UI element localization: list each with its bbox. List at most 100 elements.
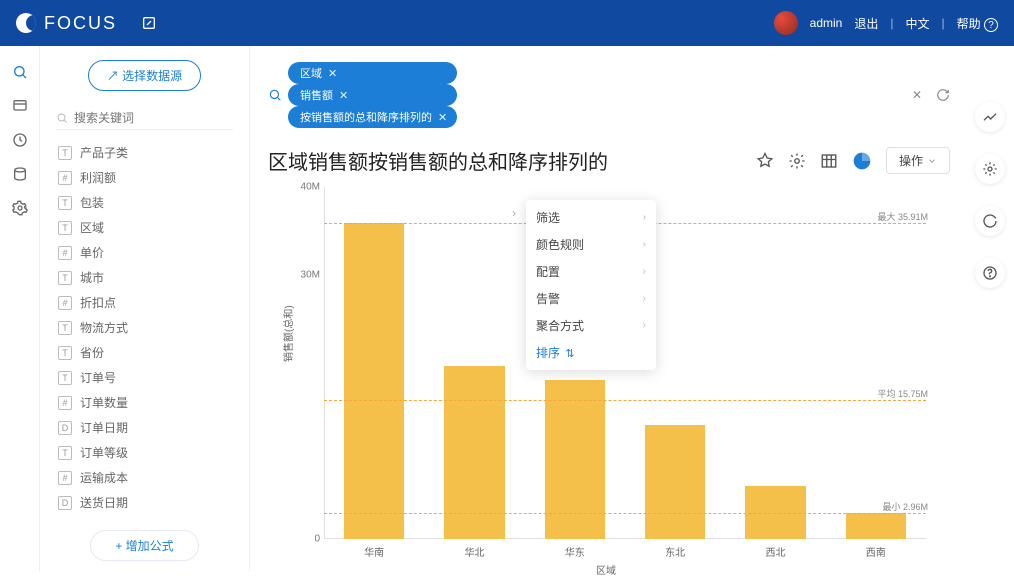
lang-link[interactable]: 中文 — [906, 15, 930, 32]
clear-query-icon[interactable]: ✕ — [912, 88, 922, 102]
field-item[interactable]: T 包装 — [56, 190, 233, 215]
field-item[interactable]: #折扣点 — [56, 290, 233, 315]
query-search-icon[interactable] — [268, 88, 282, 102]
x-tick-label: 西南 — [826, 544, 926, 559]
bar[interactable] — [846, 513, 906, 539]
field-label: 产品子类 — [80, 144, 128, 161]
field-label: 订单数量 — [80, 394, 128, 411]
help-icon: ? — [984, 18, 998, 32]
field-label: 包装 — [80, 194, 104, 211]
field-label: 运输成本 — [80, 469, 128, 486]
avatar[interactable] — [774, 11, 798, 35]
field-item[interactable]: D送货日期 — [56, 490, 233, 515]
context-menu-item[interactable]: 告警› — [526, 285, 656, 312]
rail-history-icon[interactable] — [12, 132, 28, 148]
help-link[interactable]: 帮助 ? — [957, 15, 998, 32]
field-label: 城市 — [80, 269, 104, 286]
reference-line-label: 平均 15.75M — [877, 387, 928, 400]
context-menu: › 筛选›颜色规则›配置›告警›聚合方式› 排序 ⇅ — [526, 200, 656, 370]
field-item[interactable]: T 省份 — [56, 340, 233, 365]
config-tool-icon[interactable] — [975, 154, 1005, 184]
field-label: 订单号 — [80, 369, 116, 386]
bar[interactable] — [645, 425, 705, 539]
field-type-icon: T — [58, 371, 72, 385]
bar[interactable] — [545, 380, 605, 539]
context-menu-handle-icon[interactable]: › — [512, 206, 516, 220]
pill-remove-icon[interactable]: ✕ — [328, 67, 337, 80]
pin-icon[interactable] — [756, 152, 774, 170]
query-pill[interactable]: 区域✕ — [288, 62, 457, 84]
x-tick-label: 华南 — [324, 544, 424, 559]
x-tick-label: 华东 — [525, 544, 625, 559]
field-type-icon: D — [58, 496, 72, 510]
field-type-icon: T — [58, 346, 72, 360]
y-axis-title: 销售额(总和) — [280, 305, 295, 362]
field-item[interactable]: T订单等级 — [56, 440, 233, 465]
chartline-tool-icon[interactable] — [975, 102, 1005, 132]
query-pill[interactable]: 按销售额的总和降序排列的✕ — [288, 106, 457, 128]
field-type-icon: D — [58, 421, 72, 435]
field-type-icon: T — [58, 221, 72, 235]
app-name: FOCUS — [44, 13, 117, 34]
logout-link[interactable]: 退出 — [854, 15, 878, 32]
sort-icon: ⇅ — [565, 348, 574, 360]
rail-data-icon[interactable] — [12, 166, 28, 182]
select-datasource-button[interactable]: ↗ 选择数据源 — [88, 60, 201, 91]
field-type-icon: T — [58, 146, 72, 160]
chevron-right-icon: › — [643, 293, 646, 304]
table-icon[interactable] — [820, 152, 838, 170]
field-item[interactable]: #利润额 — [56, 165, 233, 190]
rail-pinboard-icon[interactable] — [12, 98, 28, 114]
context-menu-item[interactable]: 配置› — [526, 258, 656, 285]
field-search-input[interactable] — [74, 111, 233, 125]
help-tool-icon[interactable] — [975, 258, 1005, 288]
rail-settings-icon[interactable] — [12, 200, 28, 216]
field-item[interactable]: T 订单号 — [56, 365, 233, 390]
field-item[interactable]: #销售额 — [56, 515, 233, 516]
rail-search-icon[interactable] — [12, 64, 28, 80]
username[interactable]: admin — [810, 16, 843, 30]
field-item[interactable]: T 区域 — [56, 215, 233, 240]
field-label: 省份 — [80, 344, 104, 361]
field-item[interactable]: T 物流方式 — [56, 315, 233, 340]
context-menu-item[interactable]: 颜色规则› — [526, 231, 656, 258]
field-type-icon: T — [58, 196, 72, 210]
x-tick-label: 东北 — [625, 544, 725, 559]
field-item[interactable]: #运输成本 — [56, 465, 233, 490]
field-label: 物流方式 — [80, 319, 128, 336]
field-item[interactable]: # 订单数量 — [56, 390, 233, 415]
field-label: 区域 — [80, 219, 104, 236]
field-type-icon: T — [58, 271, 72, 285]
context-menu-item[interactable]: 筛选› — [526, 204, 656, 231]
reference-line-label: 最小 2.96M — [882, 500, 928, 513]
reset-tool-icon[interactable] — [975, 206, 1005, 236]
pill-remove-icon[interactable]: ✕ — [339, 89, 348, 102]
context-menu-item[interactable]: 聚合方式› — [526, 312, 656, 339]
chart-type-icon[interactable] — [852, 151, 872, 171]
context-menu-sort[interactable]: 排序 ⇅ — [526, 339, 656, 366]
field-label: 订单日期 — [80, 419, 128, 436]
field-label: 订单等级 — [80, 444, 128, 461]
pill-remove-icon[interactable]: ✕ — [438, 111, 447, 124]
y-tick-label: 0 — [314, 534, 320, 545]
field-item[interactable]: T 产品子类 — [56, 140, 233, 165]
field-type-icon: # — [58, 396, 72, 410]
field-item[interactable]: # 单价 — [56, 240, 233, 265]
operations-button[interactable]: 操作 — [886, 147, 950, 174]
x-tick-label: 华北 — [424, 544, 524, 559]
field-label: 单价 — [80, 244, 104, 261]
reference-line: 最小 2.96M — [324, 513, 926, 514]
refresh-query-icon[interactable] — [936, 88, 950, 102]
reference-line-label: 最大 35.91M — [877, 210, 928, 223]
edit-icon[interactable] — [141, 15, 157, 31]
query-pill[interactable]: 销售额✕ — [288, 84, 457, 106]
add-formula-button[interactable]: + 增加公式 — [90, 530, 198, 561]
search-icon — [56, 112, 68, 124]
gear-icon[interactable] — [788, 152, 806, 170]
field-item[interactable]: T 城市 — [56, 265, 233, 290]
field-item[interactable]: D 订单日期 — [56, 415, 233, 440]
field-type-icon: # — [58, 246, 72, 260]
bar[interactable] — [344, 223, 404, 539]
field-type-icon: T — [58, 321, 72, 335]
chevron-right-icon: › — [643, 212, 646, 223]
